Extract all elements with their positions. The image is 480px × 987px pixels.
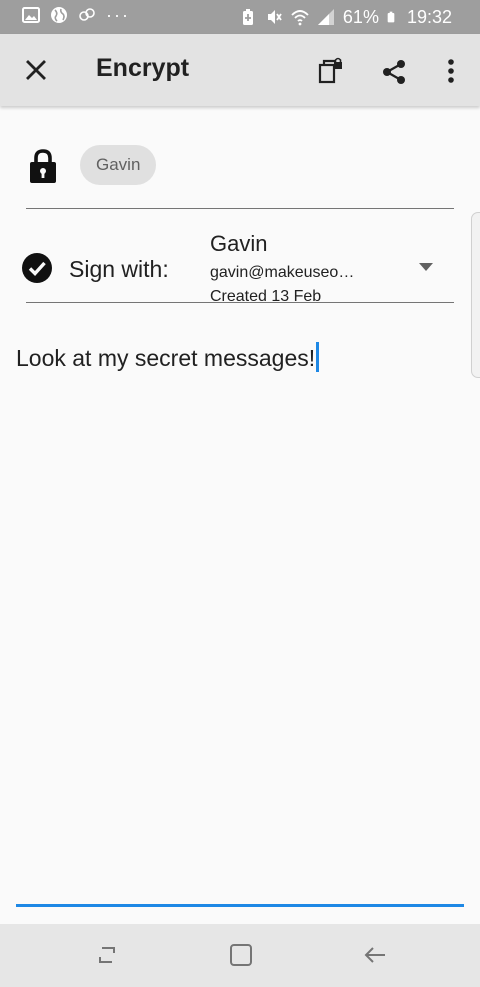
more-vert-icon[interactable] [436, 56, 466, 86]
sign-with-label: Sign with: [69, 256, 169, 282]
sign-divider [26, 302, 454, 303]
wifi-icon [291, 10, 309, 26]
recipient-divider [26, 208, 454, 209]
home-icon[interactable] [228, 942, 254, 968]
text-cursor [316, 342, 320, 372]
image-icon [22, 7, 40, 23]
recent-apps-icon[interactable] [94, 942, 120, 968]
recipient-chip[interactable]: Gavin [80, 145, 157, 185]
signal-icon [317, 9, 334, 25]
close-icon[interactable] [22, 56, 50, 84]
globe-icon [51, 7, 67, 23]
message-input[interactable]: Look at my secret messages! [16, 342, 320, 372]
more-notifications: ··· [106, 5, 130, 25]
status-right: 61% 19:32 [239, 4, 452, 30]
mute-icon [267, 10, 282, 24]
back-icon[interactable] [362, 942, 388, 968]
navigation-bar [0, 924, 480, 987]
lock-icon [30, 149, 56, 183]
clock: 19:32 [406, 7, 452, 27]
app-bar: Encrypt [0, 34, 480, 106]
sync-icon [79, 8, 95, 21]
chevron-down-icon[interactable] [418, 262, 434, 272]
battery-saver-icon [242, 9, 253, 25]
signer-created-date: Created 13 Feb [210, 288, 322, 305]
encrypt-screen: ··· 61% 19:32 Encrypt Gavin Sign with: G… [0, 0, 480, 987]
signer-email[interactable]: gavin@makeuseo… [210, 264, 354, 282]
share-icon[interactable] [380, 56, 410, 86]
message-input-underline [16, 904, 464, 907]
scroll-handle[interactable] [471, 212, 480, 378]
battery-percent: 61% [342, 7, 379, 27]
message-text: Look at my secret messages! [16, 345, 316, 371]
status-bar: ··· 61% 19:32 [0, 0, 480, 34]
status-left: ··· [22, 6, 130, 24]
signer-name[interactable]: Gavin [210, 231, 267, 257]
battery-icon [387, 11, 395, 23]
check-circle-icon[interactable] [22, 253, 52, 283]
page-title: Encrypt [96, 54, 190, 82]
encrypt-file-icon[interactable] [316, 56, 346, 86]
